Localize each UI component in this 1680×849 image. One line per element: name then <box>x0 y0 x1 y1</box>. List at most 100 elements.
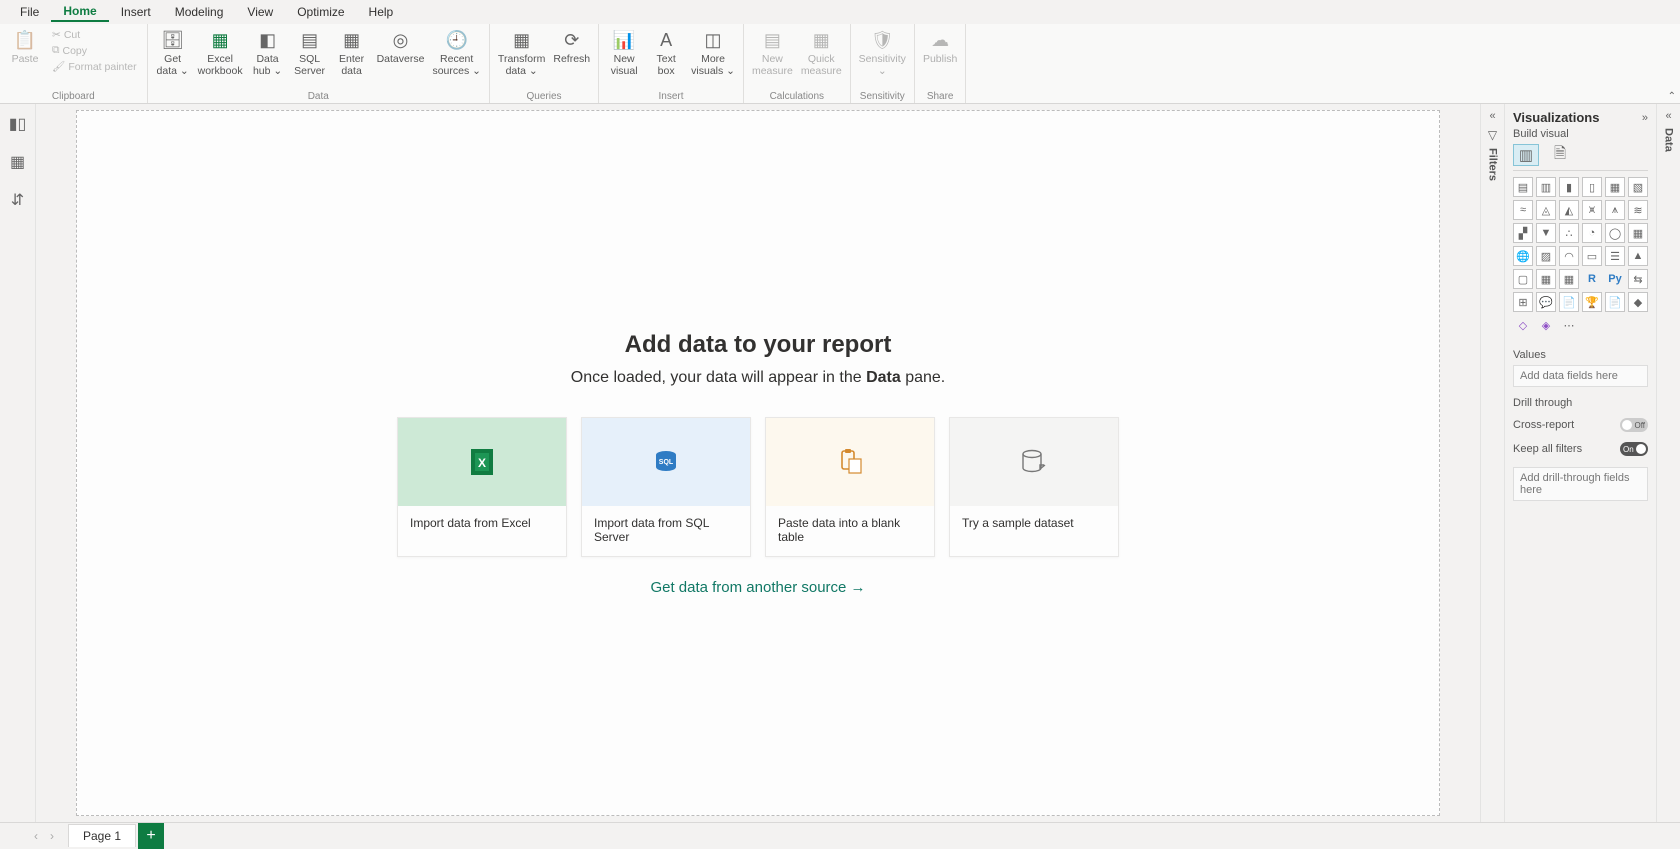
model-view-button[interactable]: ⇵ <box>8 190 28 210</box>
add-page-button[interactable]: + <box>138 823 164 849</box>
kpi-icon[interactable]: ▲ <box>1628 246 1648 266</box>
format-painter-button: 🖌Format painter <box>48 59 141 74</box>
table-icon[interactable]: ▦ <box>1536 269 1556 289</box>
tab-optimize[interactable]: Optimize <box>285 3 356 21</box>
canvas-title: Add data to your report <box>625 331 892 359</box>
keep-filters-toggle[interactable]: On <box>1620 442 1648 456</box>
transform-data-button[interactable]: ▦Transform data ⌄ <box>496 26 547 77</box>
stacked-column-icon[interactable]: ▮ <box>1559 177 1579 197</box>
drill-through-drop-zone[interactable]: Add drill-through fields here <box>1513 467 1648 501</box>
power-apps-icon[interactable]: ◆ <box>1628 292 1648 312</box>
import-excel-card[interactable]: X Import data from Excel <box>397 417 567 557</box>
line-clustered-icon[interactable]: ⩚ <box>1605 200 1625 220</box>
paste-button: 📋 Paste <box>6 26 44 65</box>
power-automate-icon[interactable]: ◇ <box>1513 315 1533 335</box>
data-rail[interactable]: « Data <box>1656 104 1680 822</box>
page-prev-button[interactable]: ‹ <box>28 829 44 843</box>
clustered-bar-icon[interactable]: ▥ <box>1536 177 1556 197</box>
expand-icon[interactable]: » <box>1642 112 1648 124</box>
tab-file[interactable]: File <box>8 3 51 21</box>
text-box-button[interactable]: AText box <box>647 26 685 77</box>
get-data-button[interactable]: 🗄Get data ⌄ <box>154 26 192 77</box>
qa-icon[interactable]: 💬 <box>1536 292 1556 312</box>
waterfall-icon[interactable]: ▞ <box>1513 223 1533 243</box>
r-visual-icon[interactable]: R <box>1582 269 1602 289</box>
refresh-button[interactable]: ⟳Refresh <box>551 26 592 65</box>
stacked-area-icon[interactable]: ◭ <box>1559 200 1579 220</box>
sql-icon: ▤ <box>298 28 322 52</box>
card-icon[interactable]: ▭ <box>1582 246 1602 266</box>
report-view-button[interactable]: ▮▯ <box>8 114 28 134</box>
matrix-icon[interactable]: ▦ <box>1559 269 1579 289</box>
tab-insert[interactable]: Insert <box>109 3 163 21</box>
100-stacked-bar-icon[interactable]: ▦ <box>1605 177 1625 197</box>
excel-workbook-button[interactable]: ▦Excel workbook <box>196 26 245 77</box>
more-visuals-icon[interactable]: ⋯ <box>1559 315 1579 335</box>
table-view-button[interactable]: ▦ <box>8 152 28 172</box>
cut-button: ✂Cut <box>48 28 141 42</box>
bar-chart-icon: ▮▯ <box>9 114 27 134</box>
new-visual-button[interactable]: 📊New visual <box>605 26 643 77</box>
scatter-icon[interactable]: ∴ <box>1559 223 1579 243</box>
tab-home[interactable]: Home <box>51 2 108 22</box>
recent-sources-button[interactable]: 🕘Recent sources ⌄ <box>430 26 482 77</box>
slicer-icon[interactable]: ▢ <box>1513 269 1533 289</box>
pie-icon[interactable]: ◔ <box>1582 223 1602 243</box>
arcgis-icon[interactable]: ◈ <box>1536 315 1556 335</box>
collapse-left-icon[interactable]: « <box>1665 110 1671 122</box>
ribbon-chart-icon[interactable]: ≋ <box>1628 200 1648 220</box>
py-visual-icon[interactable]: Py <box>1605 269 1625 289</box>
dataverse-button[interactable]: ◎Dataverse <box>375 26 427 65</box>
key-influencers-icon[interactable]: ⇆ <box>1628 269 1648 289</box>
copy-button: ⧉Copy <box>48 43 141 58</box>
format-visual-tab[interactable]: 🗎 <box>1547 144 1573 166</box>
cross-report-toggle[interactable]: Off <box>1620 418 1648 432</box>
get-data-another-source-link[interactable]: Get data from another source → <box>650 579 865 596</box>
enter-data-button[interactable]: ▦Enter data <box>333 26 371 77</box>
map-icon[interactable]: 🌐 <box>1513 246 1533 266</box>
more-icon: ◫ <box>701 28 725 52</box>
data-hub-button[interactable]: ◧Data hub ⌄ <box>249 26 287 77</box>
multi-row-card-icon[interactable]: ☰ <box>1605 246 1625 266</box>
import-sql-card[interactable]: SQL Import data from SQL Server <box>581 417 751 557</box>
visualizations-pane: Visualizations » Build visual ▥ 🗎 ▤ ▥ ▮ … <box>1504 104 1656 822</box>
clustered-column-icon[interactable]: ▯ <box>1582 177 1602 197</box>
transform-icon: ▦ <box>510 28 534 52</box>
values-drop-zone[interactable]: Add data fields here <box>1513 365 1648 387</box>
tab-view[interactable]: View <box>235 3 285 21</box>
brush-icon: 🖌 <box>52 60 65 73</box>
build-visual-tab[interactable]: ▥ <box>1513 144 1539 166</box>
goals-icon[interactable]: 🏆 <box>1582 292 1602 312</box>
area-chart-icon[interactable]: ◬ <box>1536 200 1556 220</box>
clipboard-table-icon <box>766 418 934 506</box>
filled-map-icon[interactable]: ▨ <box>1536 246 1556 266</box>
report-canvas[interactable]: Add data to your report Once loaded, you… <box>76 110 1440 816</box>
page-next-button[interactable]: › <box>44 829 60 843</box>
more-visuals-button[interactable]: ◫More visuals ⌄ <box>689 26 737 77</box>
filters-rail[interactable]: « ▽ Filters <box>1480 104 1504 822</box>
100-stacked-column-icon[interactable]: ▧ <box>1628 177 1648 197</box>
excel-icon: ▦ <box>208 28 232 52</box>
treemap-icon[interactable]: ▦ <box>1628 223 1648 243</box>
funnel-icon[interactable]: ▼ <box>1536 223 1556 243</box>
decomposition-icon[interactable]: ⊞ <box>1513 292 1533 312</box>
gauge-icon[interactable]: ◠ <box>1559 246 1579 266</box>
tab-modeling[interactable]: Modeling <box>163 3 236 21</box>
narrative-icon[interactable]: 📄 <box>1559 292 1579 312</box>
page-tab-1[interactable]: Page 1 <box>68 824 136 847</box>
line-chart-icon[interactable]: ≈ <box>1513 200 1533 220</box>
donut-icon[interactable]: ◯ <box>1605 223 1625 243</box>
sql-server-button[interactable]: ▤SQL Server <box>291 26 329 77</box>
collapse-left-icon[interactable]: « <box>1489 110 1495 122</box>
sample-dataset-card[interactable]: Try a sample dataset <box>949 417 1119 557</box>
excel-icon: X <box>398 418 566 506</box>
build-visual-label: Build visual <box>1513 128 1648 140</box>
grid-icon: ▦ <box>10 152 25 172</box>
ribbon-collapse-button[interactable]: ⌃ <box>1668 91 1676 102</box>
tab-help[interactable]: Help <box>357 3 406 21</box>
paginated-icon[interactable]: 📄 <box>1605 292 1625 312</box>
ribbon-group-sensitivity: 🛡Sensitivity ⌄ Sensitivity <box>851 24 915 103</box>
paste-blank-table-card[interactable]: Paste data into a blank table <box>765 417 935 557</box>
line-stacked-icon[interactable]: ⩙ <box>1582 200 1602 220</box>
stacked-bar-icon[interactable]: ▤ <box>1513 177 1533 197</box>
